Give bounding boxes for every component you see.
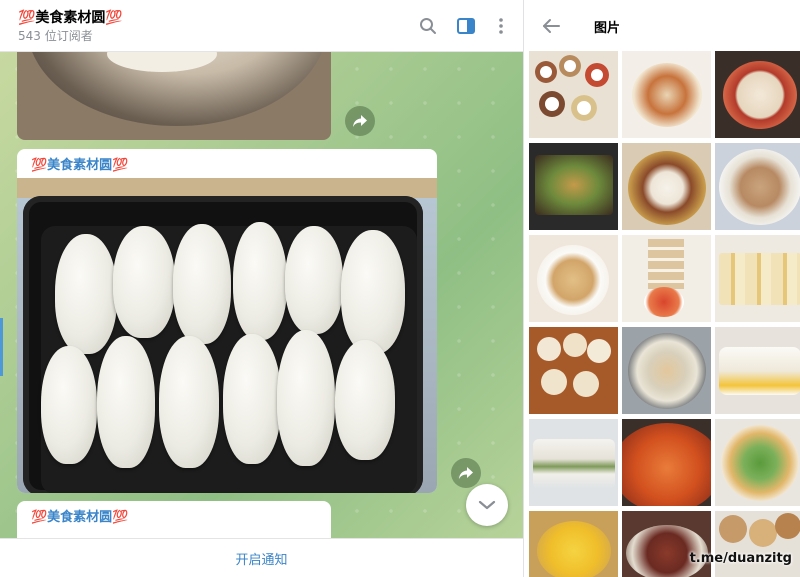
scroll-to-bottom-button[interactable] — [466, 484, 508, 526]
watermark-text: t.me/duanzitg — [689, 551, 792, 566]
dumpling-tray-image — [23, 196, 423, 493]
photo-message[interactable]: 💯美食素材圆💯 — [17, 149, 437, 493]
selection-indicator — [0, 318, 3, 376]
photo-thumbnail[interactable] — [622, 235, 711, 322]
background-image — [17, 178, 437, 198]
photo-thumbnail[interactable] — [529, 143, 618, 230]
photo-thumbnail[interactable] — [529, 511, 618, 577]
chat-column: 💯美食素材圆💯 543 位订阅者 💯美食素材圆💯 💯美食素材圆💯 开启通知 — [0, 0, 524, 577]
photo-message[interactable]: 💯美食素材圆💯 — [17, 501, 331, 538]
photo-thumbnail[interactable] — [715, 235, 800, 322]
photo-grid — [528, 51, 800, 577]
enable-notifications-bar[interactable]: 开启通知 — [0, 538, 523, 577]
photo-thumbnail[interactable] — [715, 511, 800, 577]
photo-thumbnail[interactable] — [715, 143, 800, 230]
photo-thumbnail[interactable] — [622, 143, 711, 230]
message-photo[interactable] — [17, 178, 437, 493]
media-panel-title: 图片 — [594, 21, 621, 36]
media-header: 图片 — [524, 0, 800, 52]
more-vertical-icon[interactable] — [489, 14, 513, 38]
photo-thumbnail[interactable] — [715, 419, 800, 506]
photo-thumbnail[interactable] — [715, 51, 800, 138]
subscriber-count: 543 位订阅者 — [18, 29, 93, 43]
photo-thumbnail[interactable] — [529, 419, 618, 506]
photo-thumbnail[interactable] — [529, 51, 618, 138]
message-photo[interactable] — [17, 52, 331, 140]
message-author[interactable]: 💯美食素材圆💯 — [31, 154, 128, 173]
enable-notifications-button[interactable]: 开启通知 — [235, 549, 287, 568]
chat-title[interactable]: 💯美食素材圆💯 — [18, 7, 123, 27]
photo-thumbnail[interactable] — [622, 419, 711, 506]
message-author[interactable]: 💯美食素材圆💯 — [31, 506, 128, 525]
sidebar-toggle-icon[interactable] — [454, 14, 478, 38]
photo-thumbnail[interactable] — [622, 51, 711, 138]
forward-icon[interactable] — [451, 458, 481, 488]
chat-history[interactable]: 💯美食素材圆💯 💯美食素材圆💯 — [0, 52, 523, 538]
photo-thumbnail[interactable] — [622, 511, 711, 577]
chat-header[interactable]: 💯美食素材圆💯 543 位订阅者 — [0, 0, 523, 52]
shared-media-panel: 图片 t.me/duanzitg — [524, 0, 800, 577]
arrow-left-icon[interactable] — [538, 13, 564, 39]
search-icon[interactable] — [416, 14, 440, 38]
photo-thumbnail[interactable] — [529, 327, 618, 414]
photo-thumbnail[interactable] — [622, 327, 711, 414]
photo-thumbnail[interactable] — [529, 235, 618, 322]
forward-icon[interactable] — [345, 106, 375, 136]
telegram-window: 💯美食素材圆💯 543 位订阅者 💯美食素材圆💯 💯美食素材圆💯 开启通知 图片… — [0, 0, 800, 577]
photo-thumbnail[interactable] — [715, 327, 800, 414]
